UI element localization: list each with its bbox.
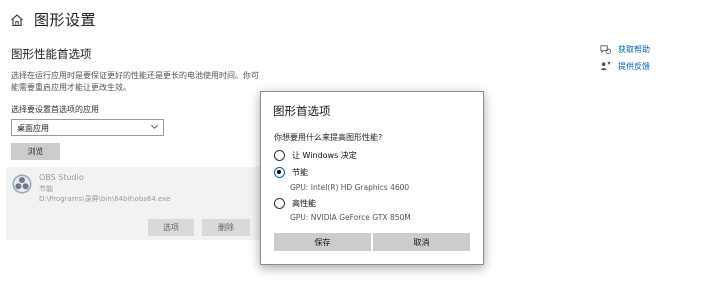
get-help-label[interactable]: 获取帮助 <box>618 44 650 55</box>
option-high-performance[interactable]: 高性能 <box>274 198 316 209</box>
dialog-title: 图形首选项 <box>273 104 331 118</box>
page-title: 图形设置 <box>34 11 97 29</box>
help-chat-icon <box>600 45 611 55</box>
page-header: 图形设置 <box>10 9 96 30</box>
side-links: 获取帮助 提供反馈 <box>600 41 650 75</box>
app-path: D:\Programs\录屏\bin\64bit\obs64.exe <box>39 195 171 203</box>
option-label: 高性能 <box>292 199 316 208</box>
option-power-saving[interactable]: 节能 <box>274 167 308 178</box>
graphics-preference-dialog: 图形首选项 你想要用什么来提高图形性能? 让 Windows 决定 节能 GPU… <box>260 91 484 265</box>
radio-high-performance[interactable] <box>274 198 285 209</box>
radio-let-windows-decide[interactable] <box>274 150 285 161</box>
app-list-item[interactable]: OBS Studio 节能 D:\Programs\录屏\bin\64bit\o… <box>6 167 276 240</box>
obs-studio-icon <box>12 174 32 194</box>
app-type-label: 选择要设置首选项的应用 <box>11 105 99 114</box>
section-description: 选择在运行应用时是要保证更好的性能还是更长的电池使用时间。你可能需要重启应用才能… <box>11 71 259 92</box>
option-let-windows-decide[interactable]: 让 Windows 决定 <box>274 150 357 161</box>
dialog-question: 你想要用什么来提高图形性能? <box>274 133 383 142</box>
browse-button[interactable]: 浏览 <box>11 143 60 160</box>
feedback-label[interactable]: 提供反馈 <box>618 61 650 72</box>
save-button[interactable]: 保存 <box>274 233 371 251</box>
options-button[interactable]: 选项 <box>148 219 194 236</box>
chevron-down-icon <box>151 124 158 129</box>
feedback-link[interactable]: 提供反馈 <box>600 58 650 75</box>
radio-power-saving[interactable] <box>274 167 285 178</box>
option-label: 节能 <box>292 168 308 177</box>
section-title: 图形性能首选项 <box>11 47 92 61</box>
gpu-info: GPU: Intel(R) HD Graphics 4600 <box>290 183 410 192</box>
get-help-link[interactable]: 获取帮助 <box>600 41 650 58</box>
app-preference: 节能 <box>39 185 53 193</box>
remove-button[interactable]: 删除 <box>202 219 250 236</box>
dropdown-value: 桌面应用 <box>17 124 49 133</box>
gpu-info: GPU: NVIDIA GeForce GTX 850M <box>290 213 411 222</box>
cancel-button[interactable]: 取消 <box>373 233 470 251</box>
feedback-icon <box>600 61 611 71</box>
home-icon[interactable] <box>10 13 24 27</box>
option-label: 让 Windows 决定 <box>292 151 357 160</box>
app-name: OBS Studio <box>39 173 84 182</box>
app-type-dropdown[interactable]: 桌面应用 <box>11 119 164 136</box>
